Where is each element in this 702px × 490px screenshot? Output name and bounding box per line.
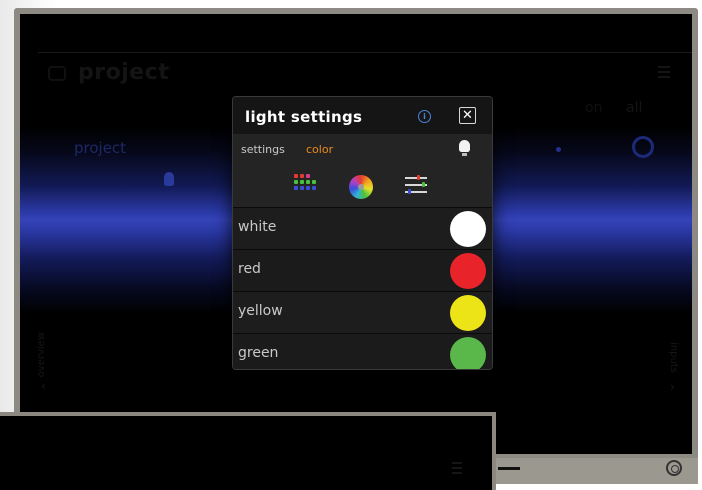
dialog-title: light settings	[245, 108, 363, 126]
tab-on[interactable]: on	[585, 100, 602, 116]
chevron-down-icon: ˅	[165, 65, 172, 81]
color-name: yellow	[238, 303, 283, 319]
list-item[interactable]: white	[233, 207, 492, 249]
bulb-icon[interactable]	[459, 140, 470, 156]
palette-grid-icon[interactable]	[294, 174, 316, 196]
dot-icon	[556, 147, 561, 152]
color-swatch[interactable]	[450, 337, 486, 369]
color-swatch[interactable]	[450, 211, 486, 247]
color-swatch[interactable]	[450, 253, 486, 289]
device-slot	[498, 467, 520, 470]
color-mode-bar	[233, 162, 492, 207]
side-label-left[interactable]: overview	[36, 332, 47, 377]
top-divider	[38, 52, 692, 53]
tab-settings[interactable]: settings	[241, 143, 285, 156]
gear-icon[interactable]	[632, 136, 654, 158]
list-item[interactable]: green	[233, 333, 492, 369]
color-wheel-icon[interactable]	[349, 175, 373, 199]
color-list: white red yellow green	[233, 207, 492, 369]
tab-color[interactable]: color	[306, 143, 333, 156]
overlay-panel	[0, 416, 492, 490]
side-label-right[interactable]: inputs	[668, 342, 679, 373]
chevron-left-icon[interactable]: ‹	[41, 379, 46, 393]
overlay-menu-icon[interactable]	[452, 462, 462, 477]
list-item[interactable]: yellow	[233, 291, 492, 333]
list-item[interactable]: red	[233, 249, 492, 291]
dialog-tabs: settings color	[233, 134, 492, 162]
home-button-icon[interactable]	[666, 460, 682, 476]
menu-icon[interactable]	[658, 66, 670, 81]
color-name: green	[238, 345, 279, 361]
color-name: red	[238, 261, 261, 277]
sliders-icon[interactable]	[405, 175, 427, 195]
tab-all[interactable]: all	[626, 100, 642, 116]
close-button[interactable]: ✕	[459, 107, 476, 124]
page-title: project	[78, 60, 170, 85]
band-label: project	[74, 139, 127, 157]
dialog-header: light settings i ✕	[233, 97, 492, 133]
light-settings-dialog: light settings i ✕ settings color white …	[232, 96, 493, 370]
project-icon	[48, 66, 66, 81]
chevron-right-icon[interactable]: ›	[670, 380, 675, 394]
color-name: white	[238, 219, 277, 235]
color-swatch[interactable]	[450, 295, 486, 331]
bulb-icon-dim	[164, 172, 174, 186]
info-icon[interactable]: i	[418, 110, 431, 123]
